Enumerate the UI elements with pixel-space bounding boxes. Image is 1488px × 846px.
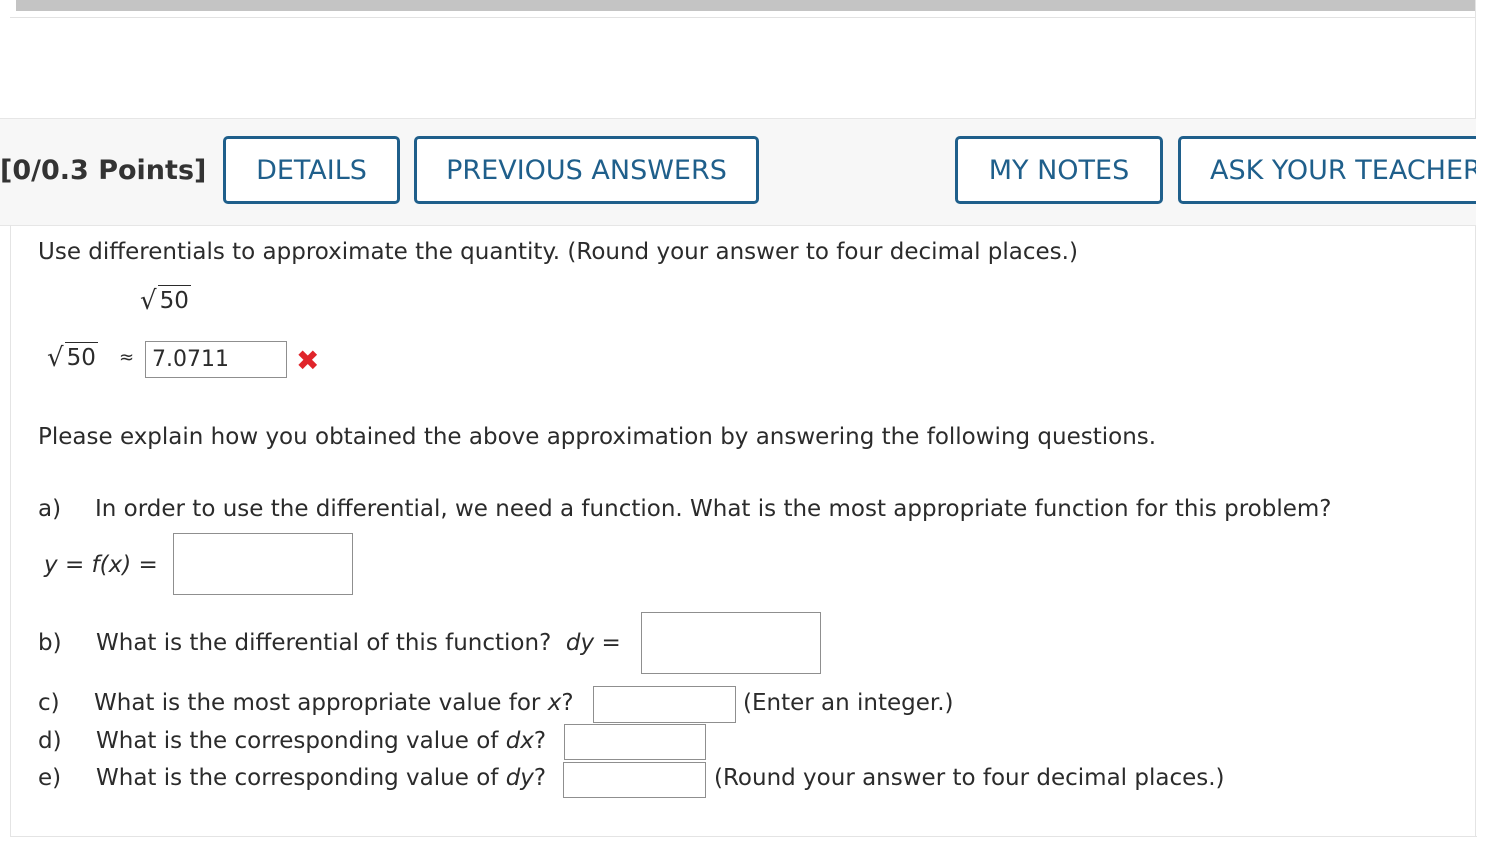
dx-value-input[interactable] xyxy=(564,724,706,760)
my-notes-button[interactable]: MY NOTES xyxy=(955,136,1163,204)
differential-input[interactable] xyxy=(641,612,821,674)
part-d-question: What is the corresponding value of xyxy=(96,728,499,754)
part-e-text: What is the corresponding value of dy? xyxy=(96,765,546,791)
var-f: f xyxy=(91,552,100,578)
var-x: x xyxy=(547,690,562,716)
equals-sign: = xyxy=(138,552,158,578)
var-dx: dx xyxy=(505,728,534,754)
part-c-hint: (Enter an integer.) xyxy=(743,690,954,716)
approx-symbol: ≈ xyxy=(119,347,135,368)
part-c-text: What is the most appropriate value for x… xyxy=(94,690,574,716)
explain-prompt: Please explain how you obtained the abov… xyxy=(38,424,1157,450)
part-e-letter: e) xyxy=(38,765,62,791)
answer-input[interactable] xyxy=(145,341,287,378)
answer-expression: √ 50 xyxy=(47,342,98,371)
quantity-expression: √ 50 xyxy=(140,285,191,314)
part-a-text: In order to use the differential, we nee… xyxy=(95,496,1332,522)
part-e-question: What is the corresponding value of xyxy=(96,765,499,791)
part-a-lhs: y = f(x) = xyxy=(44,552,158,578)
divider xyxy=(10,17,1476,18)
points-label: [0/0.3 Points] xyxy=(0,155,207,186)
question-mark: ? xyxy=(533,728,547,754)
part-b-text: What is the differential of this functio… xyxy=(96,630,621,656)
dy-value-input[interactable] xyxy=(563,762,706,798)
previous-answers-button[interactable]: PREVIOUS ANSWERS xyxy=(414,136,759,204)
ask-your-teacher-button[interactable]: ASK YOUR TEACHER xyxy=(1178,136,1476,204)
instruction-text: Use differentials to approximate the qua… xyxy=(38,239,1078,265)
details-button[interactable]: DETAILS xyxy=(223,136,400,204)
question-mark: ? xyxy=(533,765,547,791)
incorrect-x-icon: ✖ xyxy=(296,344,320,377)
question-mark: ? xyxy=(561,690,574,716)
equals-sign: = xyxy=(601,630,621,656)
part-c-letter: c) xyxy=(38,690,60,716)
part-a-letter: a) xyxy=(38,496,62,522)
part-d-text: What is the corresponding value of dx? xyxy=(96,728,546,754)
scrollbar-top[interactable] xyxy=(16,0,1476,11)
equals-sign: = xyxy=(64,552,85,578)
question-header: [0/0.3 Points] DETAILS PREVIOUS ANSWERS … xyxy=(0,118,1476,226)
function-input[interactable] xyxy=(173,533,353,595)
var-dy: dy xyxy=(565,630,595,656)
var-y: y xyxy=(44,552,58,578)
x-value-input[interactable] xyxy=(593,686,736,723)
quantity-radicand: 50 xyxy=(157,285,191,314)
var-x: (x) xyxy=(99,552,132,578)
sqrt-icon: √ xyxy=(47,343,64,374)
part-c-question: What is the most appropriate value for xyxy=(94,690,541,716)
answer-radicand: 50 xyxy=(64,342,98,371)
var-dy: dy xyxy=(505,765,534,791)
part-e-hint: (Round your answer to four decimal place… xyxy=(714,765,1225,791)
part-d-letter: d) xyxy=(38,728,62,754)
part-b-letter: b) xyxy=(38,630,62,656)
part-b-question: What is the differential of this functio… xyxy=(96,630,552,656)
sqrt-icon: √ xyxy=(140,286,157,317)
